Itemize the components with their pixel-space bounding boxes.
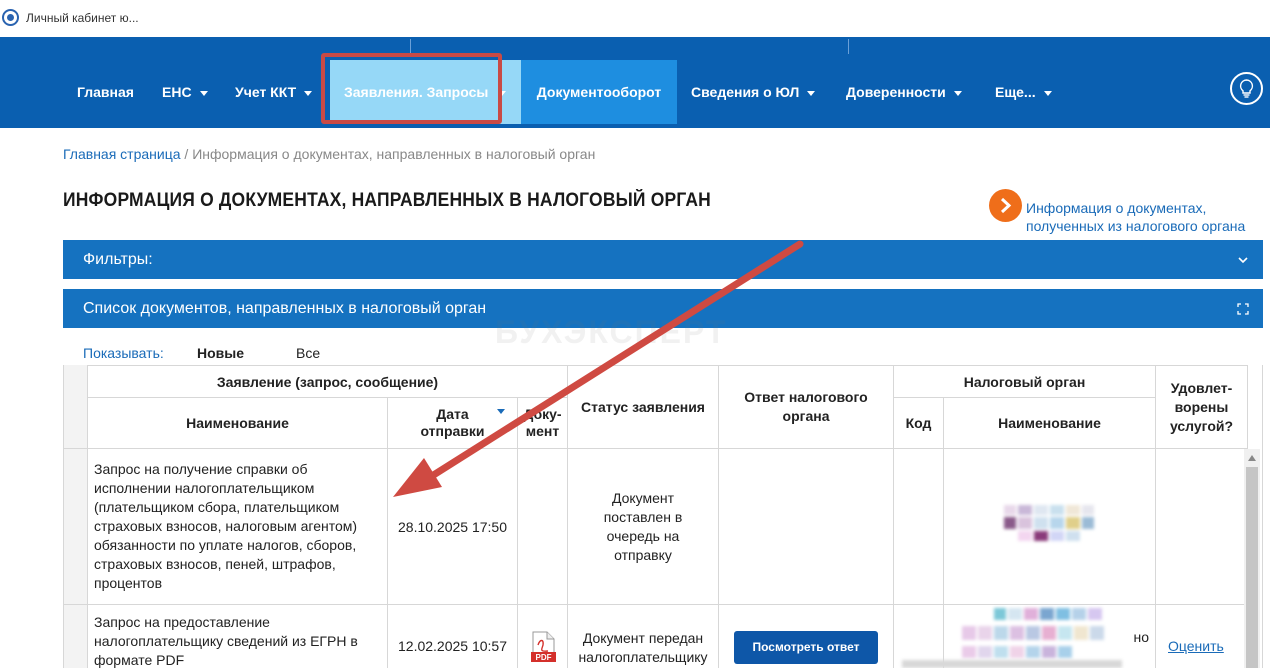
nav-label: Еще... (995, 84, 1036, 100)
show-option-new[interactable]: Новые (197, 345, 244, 361)
divider (848, 39, 849, 54)
chevron-down-icon (953, 90, 962, 96)
top-strip (0, 37, 1270, 56)
nav-item-legal-info[interactable]: Сведения о ЮЛ (691, 56, 816, 128)
nav-item-powers[interactable]: Доверенности (846, 56, 962, 128)
header-satisfied: Удовлет-ворены услугой? (1156, 365, 1248, 449)
header-name: Наименование (88, 398, 388, 449)
show-option-all[interactable]: Все (296, 345, 320, 361)
rate-link[interactable]: Оценить (1168, 638, 1224, 654)
fns-logo-icon (2, 9, 19, 26)
nav-label: Доверенности (846, 84, 946, 100)
nav-item-home[interactable]: Главная (77, 56, 134, 128)
breadcrumb-current: Информация о документах, направленных в … (192, 146, 596, 162)
row-gutter (64, 605, 88, 668)
page-title: ИНФОРМАЦИЯ О ДОКУМЕНТАХ, НАПРАВЛЕННЫХ В … (63, 190, 711, 211)
pdf-icon[interactable]: PDF (530, 631, 557, 662)
nav-item-kkt[interactable]: Учет ККТ (235, 56, 313, 128)
svg-text:PDF: PDF (536, 653, 552, 662)
redacted-tax-name (1004, 505, 1104, 541)
header-tax-name: Наименование (944, 398, 1156, 449)
scroll-up-icon[interactable] (1248, 455, 1256, 461)
highlight-frame (321, 53, 502, 124)
breadcrumb-home[interactable]: Главная страница (63, 146, 181, 162)
row-status: Документ поставлен в очередь на отправку (568, 449, 719, 605)
filters-title: Фильтры: (83, 251, 153, 268)
nav-label: ЕНС (162, 84, 192, 100)
header-code: Код (894, 398, 944, 449)
watermark: БУХЭКСПЕРТ (495, 314, 728, 350)
row-status: Документ передан налогоплательщику (568, 605, 719, 668)
row-gutter (64, 365, 88, 449)
row-code (894, 449, 944, 605)
nav-item-ens[interactable]: ЕНС (162, 56, 208, 128)
main-nav: Главная ЕНС Учет ККТ Заявления. Запросы … (0, 56, 1270, 128)
tax-name-fragment: но (1133, 629, 1149, 645)
redacted-tax-name (962, 608, 1118, 668)
show-label: Показывать: (83, 345, 164, 361)
chevron-down-icon (1043, 90, 1052, 96)
row-satisfied (1156, 449, 1248, 605)
view-answer-button[interactable]: Посмотреть ответ (734, 631, 878, 664)
show-filter: Показывать: Новые Все (83, 345, 320, 361)
row-date: 28.10.2025 17:50 (388, 449, 518, 605)
nav-label: Главная (77, 84, 134, 100)
row-gutter (64, 449, 88, 605)
sort-desc-icon (497, 409, 505, 414)
breadcrumb: Главная страница / Информация о документ… (63, 146, 595, 162)
chevron-down-icon (807, 90, 816, 96)
nav-item-more[interactable]: Еще... (995, 56, 1052, 128)
received-documents-link[interactable]: Информация о документах, полученных из н… (1026, 199, 1266, 235)
row-name: Запрос на предоставление налогоплательщи… (88, 605, 388, 668)
chevron-down-icon[interactable] (1237, 240, 1249, 279)
header-document: Доку-мент (518, 398, 568, 449)
chevron-down-icon (199, 90, 208, 96)
browser-tab[interactable]: Личный кабинет ю... (0, 0, 1270, 37)
redacted-row (902, 660, 1122, 668)
row-document (518, 449, 568, 605)
row-satisfied (1156, 605, 1248, 668)
lightbulb-icon[interactable] (1230, 72, 1263, 105)
table-scrollbar[interactable] (1244, 449, 1260, 668)
arrow-right-circle-icon[interactable] (989, 189, 1022, 222)
divider (410, 39, 411, 54)
nav-label: Сведения о ЮЛ (691, 84, 800, 100)
list-title: Список документов, направленных в налого… (83, 300, 487, 317)
row-date: 12.02.2025 10:57 (388, 605, 518, 668)
row-name: Запрос на получение справки об исполнени… (88, 449, 388, 605)
link-line: Информация о документах, (1026, 200, 1207, 216)
header-tax-group: Налоговый орган (894, 365, 1156, 398)
nav-item-docflow[interactable]: Документооборот (521, 60, 677, 124)
row-answer (719, 449, 894, 605)
header-answer: Ответ налогового органа (719, 365, 894, 449)
header-date-label: Дата отправки (420, 406, 485, 439)
tab-title: Личный кабинет ю... (26, 11, 139, 25)
expand-icon[interactable] (1237, 289, 1249, 328)
nav-label: Учет ККТ (235, 84, 297, 100)
chevron-down-icon (304, 90, 313, 96)
row-code (894, 605, 944, 668)
nav-label: Документооборот (536, 84, 662, 100)
filters-panel[interactable]: Фильтры: (63, 240, 1263, 279)
link-line: полученных из налогового органа (1026, 218, 1246, 234)
header-date[interactable]: Дата отправки (388, 398, 518, 449)
scrollbar-thumb[interactable] (1246, 467, 1258, 668)
breadcrumb-separator: / (180, 146, 193, 162)
header-status: Статус заявления (568, 365, 719, 449)
header-application-group: Заявление (запрос, сообщение) (88, 365, 568, 398)
